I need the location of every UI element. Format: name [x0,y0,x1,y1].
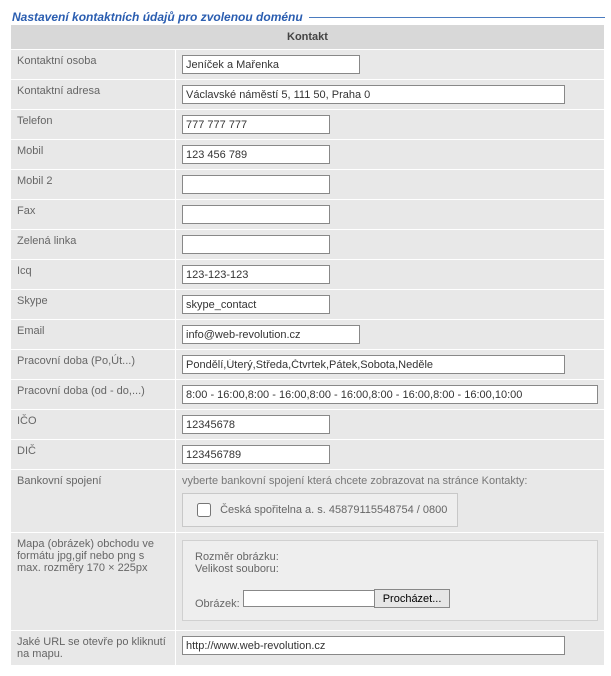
label-mobile2: Mobil 2 [11,170,175,199]
image-dim-label: Rozměr obrázku: [195,551,585,563]
table-row: Email [11,320,604,349]
input-dic[interactable] [182,445,330,464]
table-row: Skype [11,290,604,319]
input-mobile2[interactable] [182,175,330,194]
label-mobile: Mobil [11,140,175,169]
table-row: DIČ [11,440,604,469]
label-person: Kontaktní osoba [11,50,175,79]
label-ico: IČO [11,410,175,439]
table-row: Kontaktní osoba [11,50,604,79]
label-hours-days: Pracovní doba (Po,Út...) [11,350,175,379]
table-header: Kontakt [11,25,604,49]
label-hours-times: Pracovní doba (od - do,...) [11,380,175,409]
table-header-row: Kontakt [11,25,604,49]
input-address[interactable] [182,85,565,104]
input-icq[interactable] [182,265,330,284]
label-icq: Icq [11,260,175,289]
image-upload-box: Rozměr obrázku: Velikost souboru: Obráze… [182,540,598,621]
table-row: Icq [11,260,604,289]
input-fax[interactable] [182,205,330,224]
table-row: Bankovní spojení vyberte bankovní spojen… [11,470,604,532]
table-row: IČO [11,410,604,439]
contact-table: Kontakt Kontaktní osoba Kontaktní adresa… [10,24,605,666]
browse-button[interactable]: Procházet... [374,589,451,608]
input-mobile[interactable] [182,145,330,164]
contact-settings-fieldset: Nastavení kontaktních údajů pro zvolenou… [10,10,605,666]
label-greenline: Zelená linka [11,230,175,259]
table-row: Jaké URL se otevře po kliknutí na mapu. [11,631,604,665]
fieldset-legend: Nastavení kontaktních údajů pro zvolenou… [10,10,309,24]
input-greenline[interactable] [182,235,330,254]
input-hours-times[interactable] [182,385,598,404]
label-bank: Bankovní spojení [11,470,175,532]
bank-hint: vyberte bankovní spojení která chcete zo… [182,475,598,487]
file-path-display[interactable] [243,590,374,607]
table-row: Mobil [11,140,604,169]
table-row: Mobil 2 [11,170,604,199]
table-row: Zelená linka [11,230,604,259]
image-file-row: Obrázek: Procházet... [195,589,585,610]
table-row: Mapa (obrázek) obchodu ve formátu jpg,gi… [11,533,604,630]
bank-option-label: Česká spořitelna a. s. 45879115548754 / … [220,504,447,516]
label-email: Email [11,320,175,349]
label-phone: Telefon [11,110,175,139]
file-input-wrap: Procházet... [243,589,451,608]
map-cell: Rozměr obrázku: Velikost souboru: Obráze… [176,533,604,630]
label-dic: DIČ [11,440,175,469]
table-row: Fax [11,200,604,229]
label-address: Kontaktní adresa [11,80,175,109]
label-skype: Skype [11,290,175,319]
input-skype[interactable] [182,295,330,314]
image-filesize-label: Velikost souboru: [195,563,585,575]
input-ico[interactable] [182,415,330,434]
label-mapurl: Jaké URL se otevře po kliknutí na mapu. [11,631,175,665]
table-row: Pracovní doba (Po,Út...) [11,350,604,379]
table-row: Kontaktní adresa [11,80,604,109]
bank-cell: vyberte bankovní spojení která chcete zo… [176,470,604,532]
input-person[interactable] [182,55,360,74]
input-hours-days[interactable] [182,355,565,374]
input-phone[interactable] [182,115,330,134]
input-email[interactable] [182,325,360,344]
label-map: Mapa (obrázek) obchodu ve formátu jpg,gi… [11,533,175,630]
table-row: Telefon [11,110,604,139]
image-label: Obrázek: [195,598,240,610]
bank-checkbox[interactable] [197,503,211,517]
input-mapurl[interactable] [182,636,565,655]
bank-option-box: Česká spořitelna a. s. 45879115548754 / … [182,493,458,527]
table-row: Pracovní doba (od - do,...) [11,380,604,409]
label-fax: Fax [11,200,175,229]
